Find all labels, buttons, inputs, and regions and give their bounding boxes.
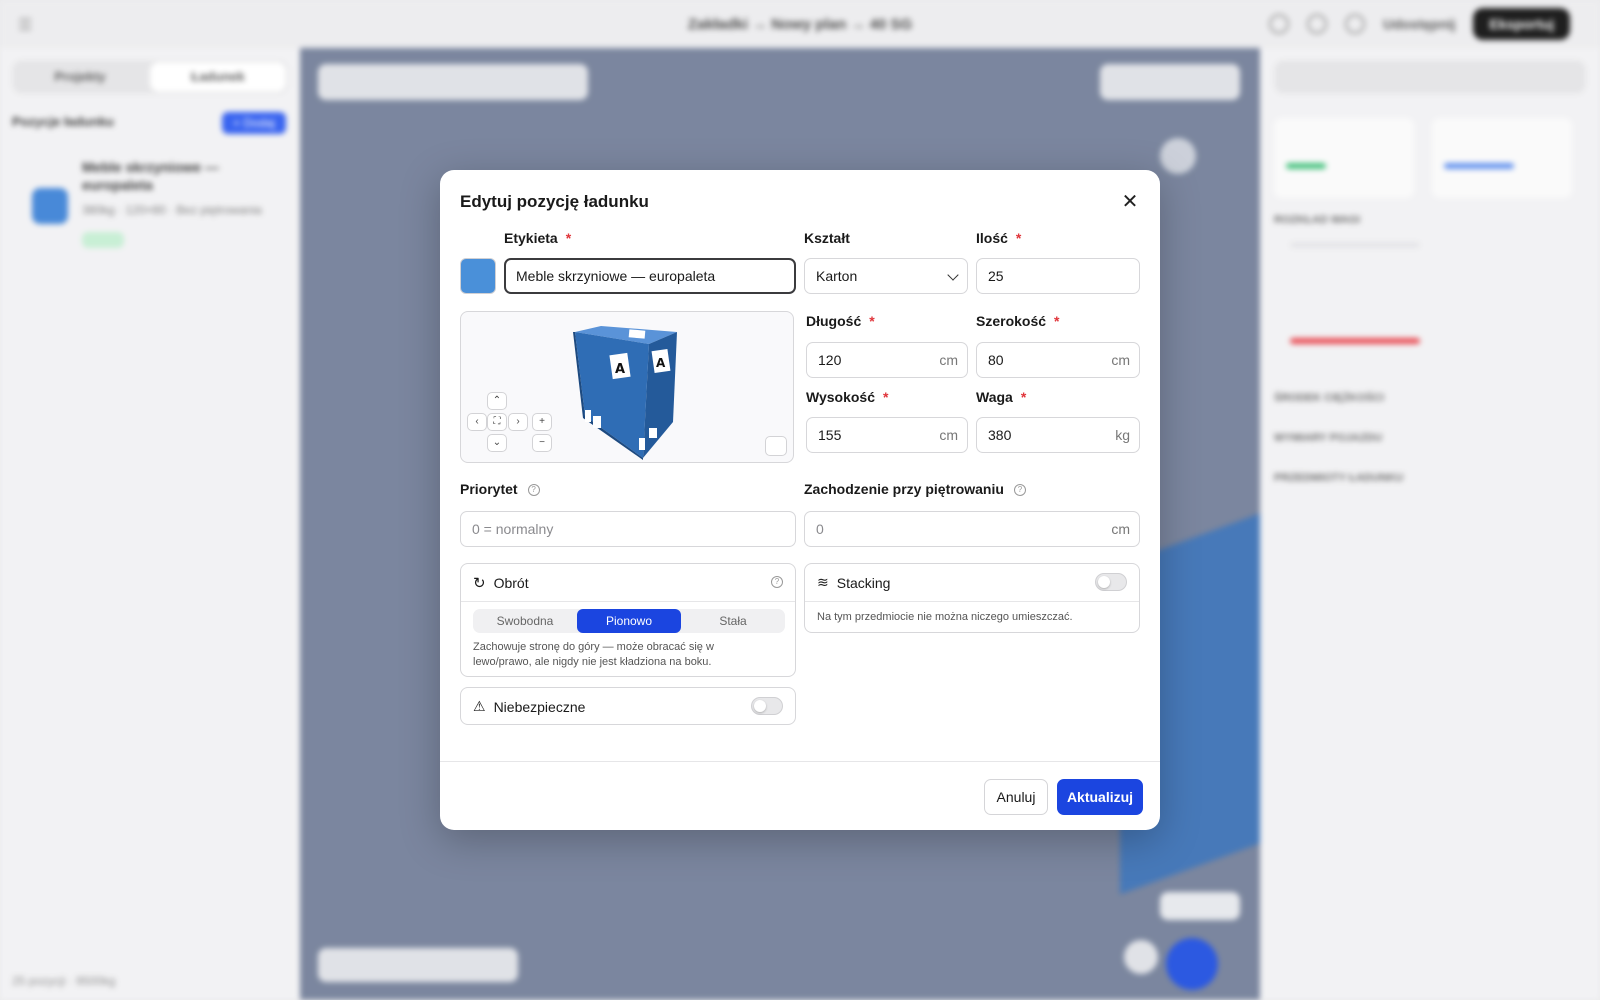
rotate-icon: ↻ (473, 575, 486, 592)
update-button[interactable]: Aktualizuj (1057, 779, 1143, 815)
hazardous-header: ⚠ Niebezpieczne (473, 698, 585, 715)
rotation-option-fixed[interactable]: Stała (681, 609, 785, 633)
cancel-button[interactable]: Anuluj (984, 779, 1048, 815)
rotation-option-upright[interactable]: Pionowo (577, 609, 681, 633)
zoom-in-icon[interactable]: + (532, 413, 552, 431)
camera-icon[interactable] (765, 436, 787, 456)
shape-field-label: Kształt (804, 230, 850, 246)
width-field-label: Szerokość * (976, 313, 1060, 329)
height-field-label: Wysokość * (806, 389, 889, 405)
shape-select-value: Karton (816, 268, 858, 284)
width-unit: cm (1111, 352, 1130, 368)
rotate-right-icon[interactable]: › (508, 413, 528, 431)
overhang-placeholder: 0 (816, 521, 824, 537)
stacking-card: ≋ Stacking Na tym przedmiocie nie można … (804, 563, 1140, 633)
hazardous-title: Niebezpieczne (493, 698, 586, 715)
footer-divider (440, 761, 1160, 762)
help-icon[interactable]: ? (527, 484, 540, 497)
length-value: 120 (818, 352, 842, 368)
color-swatch[interactable] (460, 258, 496, 294)
hazardous-card: ⚠ Niebezpieczne (460, 687, 796, 725)
weight-field-label: Waga * (976, 389, 1027, 405)
box-label-front: A (615, 362, 625, 377)
rotate-up-icon[interactable]: ⌃ (487, 392, 507, 410)
divider (461, 601, 795, 602)
warning-icon: ⚠ (473, 698, 486, 714)
shape-preview[interactable]: A A ⌃ ‹ ⛶ › ⌄ + − (460, 311, 794, 463)
rotation-description: Zachowuje stronę do góry — może obracać … (473, 641, 714, 668)
hazardous-toggle[interactable] (751, 697, 783, 715)
overhang-input[interactable]: 0 cm (804, 511, 1140, 547)
length-field-label: Długość * (806, 313, 875, 329)
zoom-out-icon[interactable]: − (532, 434, 552, 452)
height-input[interactable]: 155 cm (806, 417, 968, 453)
length-unit: cm (939, 352, 958, 368)
stacking-toggle[interactable] (1095, 573, 1127, 591)
weight-input[interactable]: 380 kg (976, 417, 1140, 453)
rotation-title: Obrót (493, 575, 529, 591)
rotation-option-free[interactable]: Swobodna (473, 609, 577, 633)
box-3d-preview: A A (573, 326, 677, 460)
label-input[interactable]: Meble skrzyniowe — europaleta (504, 258, 796, 294)
quantity-field-label: Ilość * (976, 230, 1022, 246)
chevron-down-icon (947, 269, 959, 281)
priority-field-label: Priorytet? (460, 481, 540, 497)
priority-input[interactable]: 0 = normalny (460, 511, 796, 547)
length-input[interactable]: 120 cm (806, 342, 968, 378)
divider (805, 601, 1139, 602)
label-field-label: Etykieta * (504, 230, 572, 246)
weight-unit: kg (1115, 427, 1130, 443)
dialog-title: Edytuj pozycję ładunku (460, 192, 649, 211)
stacking-description: Na tym przedmiocie nie można niczego umi… (817, 611, 1073, 623)
rotate-down-icon[interactable]: ⌄ (487, 434, 507, 452)
box-label-side: A (656, 356, 666, 370)
width-value: 80 (988, 352, 1004, 368)
edit-cargo-dialog: Edytuj pozycję ładunku ✕ Etykieta * Kszta… (440, 170, 1160, 830)
width-input[interactable]: 80 cm (976, 342, 1140, 378)
close-icon[interactable]: ✕ (1118, 190, 1142, 214)
weight-value: 380 (988, 427, 1012, 443)
layers-icon: ≋ (817, 574, 829, 590)
fit-view-icon[interactable]: ⛶ (487, 413, 507, 431)
stacking-header: ≋ Stacking (817, 574, 890, 591)
overhang-field-label: Zachodzenie przy piętrowaniu? (804, 481, 1026, 497)
help-icon[interactable]: ? (771, 576, 783, 588)
height-unit: cm (939, 427, 958, 443)
stacking-title: Stacking (836, 574, 891, 591)
rotation-segmented-control[interactable]: Swobodna Pionowo Stała (473, 609, 785, 633)
quantity-input[interactable]: 25 (976, 258, 1140, 294)
help-icon[interactable]: ? (1013, 484, 1026, 497)
shape-select[interactable]: Karton (804, 258, 968, 294)
rotate-left-icon[interactable]: ‹ (467, 413, 487, 431)
height-value: 155 (818, 427, 842, 443)
rotation-card: ↻ Obrót ? Swobodna Pionowo Stała Zachowu… (460, 563, 796, 677)
rotation-header: ↻ Obrót (473, 574, 529, 592)
overhang-unit: cm (1111, 521, 1130, 537)
